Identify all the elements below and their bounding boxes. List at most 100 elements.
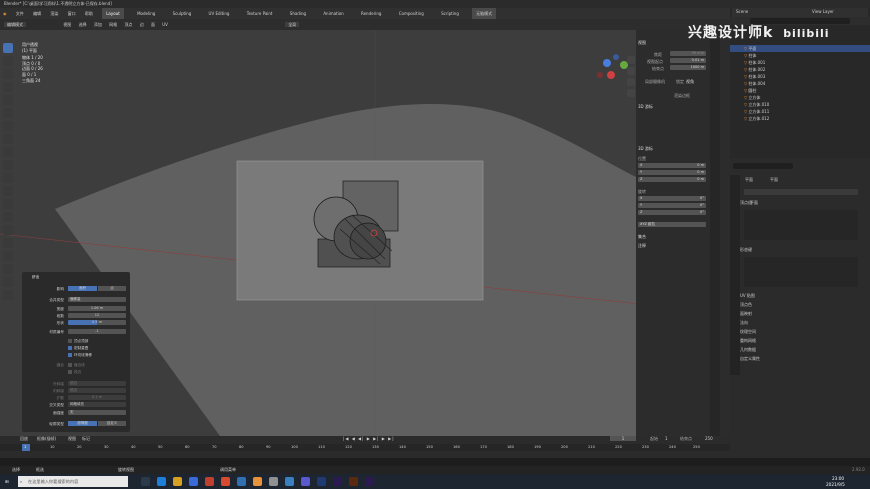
knife-tool-icon[interactable] xyxy=(3,212,13,222)
menu-vertex[interactable]: 顶点 xyxy=(124,22,132,27)
chrome-icon[interactable] xyxy=(221,477,230,486)
view-section-title[interactable]: 视图 xyxy=(638,40,646,46)
tab-sculpting[interactable]: Sculpting xyxy=(169,8,196,19)
lock-to-view-value[interactable]: 视角 xyxy=(686,79,694,85)
vertex-groups-list[interactable] xyxy=(744,210,858,240)
app-icon[interactable] xyxy=(269,477,278,486)
after-effects-icon[interactable] xyxy=(365,477,374,486)
cursor-loc-z[interactable]: Z 0 m xyxy=(638,177,706,182)
sidebar-tabs[interactable] xyxy=(710,30,720,436)
annotate-tool-icon[interactable] xyxy=(3,121,13,131)
poly-build-tool-icon[interactable] xyxy=(3,225,13,235)
shear-tool-icon[interactable] xyxy=(3,290,13,300)
menu-uv[interactable]: UV xyxy=(162,22,168,27)
zoom-icon[interactable] xyxy=(627,56,635,64)
premiere-icon[interactable] xyxy=(333,477,342,486)
menu-view[interactable]: 视图 xyxy=(63,22,71,27)
frame-ruler[interactable]: 1 10 20 30 40 50 60 70 80 90 100 110 120… xyxy=(0,444,730,451)
vertex-groups-section[interactable]: 顶点组 xyxy=(740,200,752,206)
camera-view-icon[interactable] xyxy=(627,78,635,86)
loop-slide-checkbox[interactable]: 环切线滑移 xyxy=(68,353,92,358)
section-normals[interactable]: 法向 xyxy=(740,320,748,326)
section-vertex-colors[interactable]: 顶点色 xyxy=(740,302,752,308)
section-geometry-data[interactable]: 几何数据 xyxy=(740,347,756,353)
section-custom-props[interactable]: 自定义属性 xyxy=(740,356,760,362)
outliner-item[interactable]: ▽ 柱体.004 xyxy=(730,80,870,87)
miter-inner-select[interactable]: 锐边 xyxy=(68,388,126,393)
move-tool-icon[interactable] xyxy=(3,69,13,79)
spin-tool-icon[interactable] xyxy=(3,238,13,248)
menu-file[interactable]: 文件 xyxy=(16,8,24,19)
add-cube-tool-icon[interactable] xyxy=(3,147,13,157)
timeline-playback-menu[interactable]: 回放 xyxy=(20,436,28,442)
properties-search-input[interactable] xyxy=(733,163,793,169)
width-field[interactable]: 1.06 m xyxy=(68,306,126,311)
section-texture-space[interactable]: 纹理空间 xyxy=(740,329,756,335)
app-icon[interactable] xyxy=(301,477,310,486)
playback-controls[interactable]: |◀ ◀ ◀| ▶ ▶| ▶ ▶| xyxy=(343,436,395,441)
profile-superellipse-button[interactable]: 超椭圆 xyxy=(68,421,97,426)
mode-select[interactable]: 编辑模式 xyxy=(4,22,26,27)
rotate-tool-icon[interactable] xyxy=(3,82,13,92)
mark-seam-checkbox[interactable]: 缝合线 xyxy=(68,363,85,368)
mark-sharp-checkbox[interactable]: 锐边 xyxy=(68,370,81,375)
miter-outer-select[interactable]: 锐边 xyxy=(68,381,126,386)
start-frame-field[interactable]: 1 xyxy=(665,436,668,441)
app-icon[interactable] xyxy=(285,477,294,486)
menu-mesh[interactable]: 网格 xyxy=(109,22,117,27)
pan-icon[interactable] xyxy=(627,67,635,75)
select-box-tool-icon[interactable] xyxy=(3,43,13,53)
edge-slide-tool-icon[interactable] xyxy=(3,264,13,274)
task-view-icon[interactable] xyxy=(141,477,150,486)
properties-tabs[interactable] xyxy=(730,175,740,375)
bevel-tool-icon[interactable] xyxy=(3,186,13,196)
menu-help[interactable]: 帮助 xyxy=(85,8,93,19)
face-strength-select[interactable]: 无 xyxy=(68,410,126,415)
clock-date[interactable]: 2021/9/5 xyxy=(826,477,845,489)
scene-select[interactable]: Scene xyxy=(736,9,748,14)
outliner-item-plane[interactable]: ▽ 平面 xyxy=(730,45,870,52)
bevel-operator-panel[interactable]: 挤出 影响 面积 点 合并类型 偏移量 宽度 1.06 m 段数 12 形状 0… xyxy=(22,272,130,432)
tab-uv-editing[interactable]: UV Editing xyxy=(205,8,234,19)
tab-modeling[interactable]: Modeling xyxy=(133,8,159,19)
rotation-mode-select[interactable]: XYZ 欧拉 xyxy=(638,222,706,227)
view-layer-select[interactable]: View Layer xyxy=(812,9,834,14)
photoshop-icon[interactable] xyxy=(317,477,326,486)
affect-edges-button[interactable]: 面积 xyxy=(68,286,97,291)
cursor-tool-icon[interactable] xyxy=(3,56,13,66)
mode-badge[interactable]: 无脑模式 xyxy=(472,8,497,19)
render-region-checkbox[interactable]: 渲染边框 xyxy=(674,93,690,99)
shape-keys-section[interactable]: 形态键 xyxy=(740,247,752,253)
clip-start-field[interactable]: 0.01 m xyxy=(670,58,706,63)
outliner-item[interactable]: ▽ 立方体.010 xyxy=(730,101,870,108)
tab-layout[interactable]: Layout xyxy=(102,8,124,19)
scale-tool-icon[interactable] xyxy=(3,95,13,105)
outliner-item[interactable]: ▽ 立方体.011 xyxy=(730,108,870,115)
extrude-tool-icon[interactable] xyxy=(3,160,13,170)
operator-title[interactable]: 挤出 xyxy=(32,275,39,280)
clip-end-field[interactable]: 1000 m xyxy=(670,65,706,70)
mesh-name-field[interactable]: 平面 xyxy=(744,189,858,205)
cursor-loc-y[interactable]: Y 0 m xyxy=(638,170,706,175)
collections-section[interactable]: 集合 xyxy=(638,234,646,240)
edge-browser-icon[interactable] xyxy=(157,477,166,486)
outliner-item[interactable]: ▽ 柱体.003 xyxy=(730,73,870,80)
loop-cut-tool-icon[interactable] xyxy=(3,199,13,209)
cursor-rot-y[interactable]: Y 0° xyxy=(638,203,706,208)
outliner-item[interactable]: ▽ 柱体 xyxy=(730,52,870,59)
blender-logo-icon[interactable]: ◉ xyxy=(3,8,7,19)
section-remesh[interactable]: 重构网格 xyxy=(740,338,756,344)
outliner-item[interactable]: ▽ 立方体.012 xyxy=(730,115,870,122)
file-explorer-icon[interactable] xyxy=(173,477,182,486)
blender-taskbar-icon[interactable] xyxy=(253,477,262,486)
vertex-top-checkbox[interactable]: 顶点顶部 xyxy=(68,339,88,344)
cursor-section-title[interactable]: 3D 游标 xyxy=(638,104,653,110)
shape-keys-list[interactable] xyxy=(744,257,858,287)
timeline-view-menu[interactable]: 视图 xyxy=(68,436,76,442)
width-type-select[interactable]: 偏移量 xyxy=(68,297,126,302)
section-face-maps[interactable]: 面映射 xyxy=(740,311,752,317)
menu-edge[interactable]: 边 xyxy=(140,22,144,27)
taskbar-search-input[interactable]: ⌕ 在这里输入你要搜索的内容 xyxy=(18,476,128,487)
cursor-loc-x[interactable]: X 0 m xyxy=(638,163,706,168)
shrink-tool-icon[interactable] xyxy=(3,277,13,287)
